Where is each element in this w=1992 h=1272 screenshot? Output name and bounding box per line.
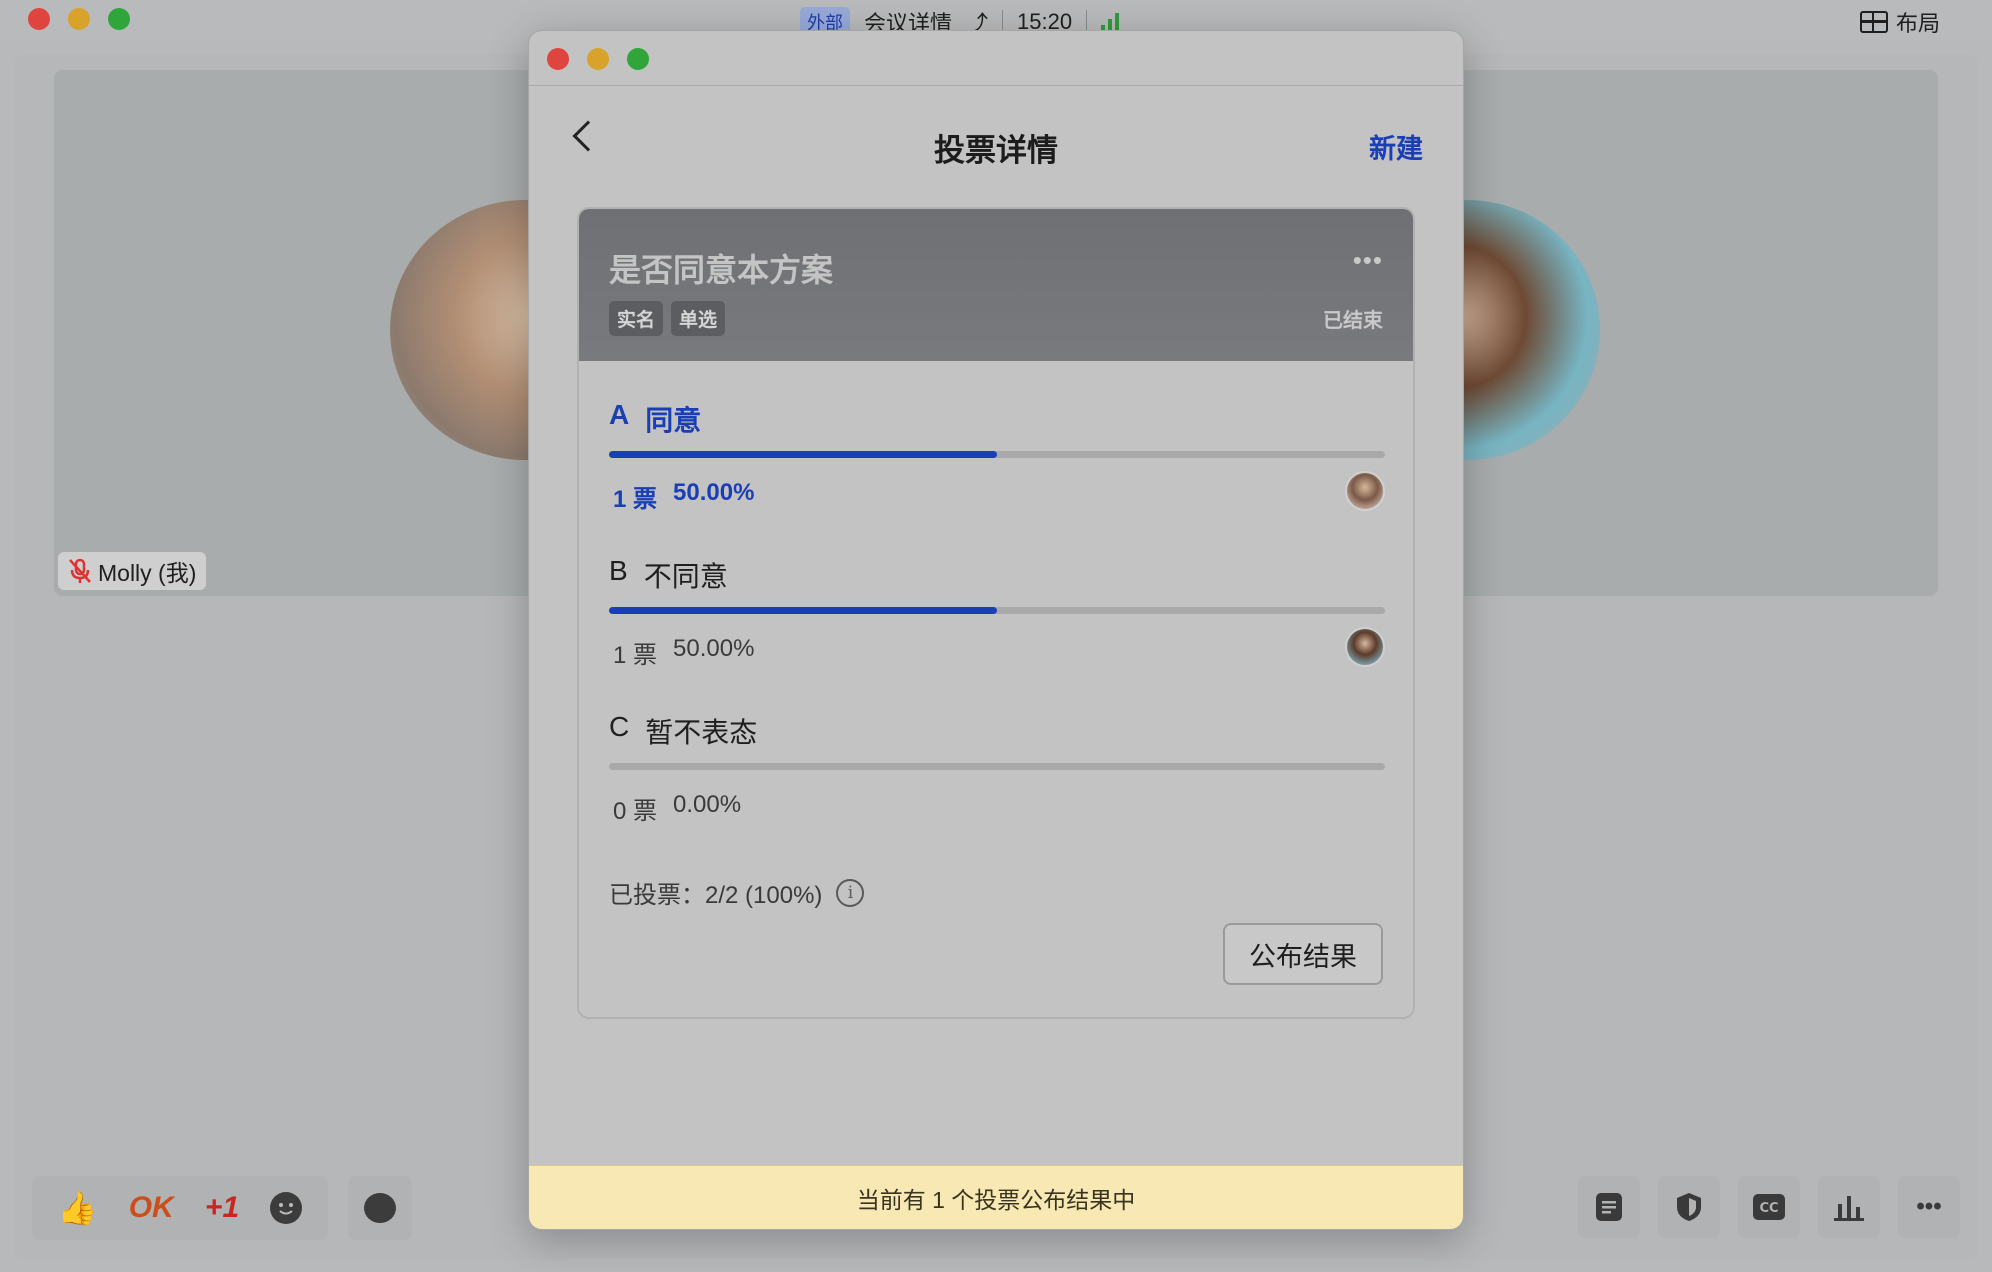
participant-name-tag: Molly (我) (58, 552, 207, 590)
bar-chart-icon (1834, 1196, 1864, 1221)
option-letter: C (609, 711, 630, 742)
option-votes: 1 票 (613, 642, 658, 669)
poll-button[interactable] (1818, 1176, 1880, 1238)
captions-button[interactable]: CC (1738, 1176, 1800, 1238)
option-votes: 0 票 (613, 798, 658, 825)
option-percent: 0.00% (673, 791, 742, 818)
option-progress-track (609, 607, 1385, 614)
option-label: C 暂不表态 (609, 711, 1385, 751)
option-progress-fill (609, 451, 997, 458)
poll-option-a: A 同意 1 票 50.00% (609, 399, 1385, 513)
option-votes: 1 票 (613, 486, 658, 513)
cc-icon: CC (1753, 1194, 1785, 1220)
layout-label: 布局 (1895, 11, 1940, 36)
document-icon (1596, 1193, 1622, 1221)
option-percent: 50.00% (673, 479, 755, 506)
minimize-window-button[interactable] (68, 8, 90, 30)
option-stats: 1 票 50.00% (613, 479, 754, 514)
grid-layout-icon (1859, 11, 1888, 33)
voted-summary-text: 已投票：2/2 (100%) (609, 882, 823, 909)
voter-avatar[interactable] (1345, 471, 1385, 511)
zoom-window-button[interactable] (108, 8, 130, 30)
emoji-icon[interactable] (270, 1192, 303, 1224)
tag-single-choice: 单选 (671, 301, 726, 336)
option-text: 同意 (645, 405, 702, 436)
option-percent: 50.00% (673, 635, 755, 662)
poll-option-b: B 不同意 1 票 50.00% (609, 555, 1385, 669)
publishing-notice-banner: 当前有 1 个投票公布结果中 (529, 1165, 1463, 1229)
option-letter: B (609, 555, 628, 586)
participant-name: Molly (我) (98, 560, 197, 586)
poll-tags: 实名 单选 (609, 301, 726, 336)
close-window-button[interactable] (28, 8, 50, 30)
reaction-bar: 👍 OK +1 (32, 1176, 328, 1240)
publish-results-button[interactable]: 公布结果 (1223, 923, 1383, 985)
poll-question: 是否同意本方案 (609, 252, 834, 288)
option-label: A 同意 (609, 399, 1385, 439)
close-dialog-button[interactable] (547, 48, 569, 70)
security-button[interactable] (1658, 1176, 1720, 1238)
more-button[interactable]: ••• (1898, 1176, 1960, 1238)
poll-card-header: 是否同意本方案 ••• 实名 单选 已结束 (579, 209, 1413, 361)
option-label: B 不同意 (609, 555, 1385, 595)
tag-real-name: 实名 (609, 301, 664, 336)
plus-one-reaction-button[interactable]: +1 (205, 1191, 239, 1225)
shield-icon (1677, 1193, 1701, 1221)
dialog-title: 投票详情 (934, 133, 1058, 168)
option-letter: A (609, 399, 630, 430)
voter-avatar[interactable] (1345, 627, 1385, 667)
chat-bubble-icon (364, 1193, 396, 1223)
mic-muted-icon (68, 558, 92, 584)
option-progress-track (609, 763, 1385, 770)
option-text: 暂不表态 (645, 717, 758, 748)
minimize-dialog-button[interactable] (587, 48, 609, 70)
zoom-dialog-button[interactable] (627, 48, 649, 70)
option-progress-track (609, 451, 1385, 458)
info-icon[interactable]: i (836, 878, 865, 907)
chat-button[interactable] (348, 1176, 412, 1240)
right-toolbar: CC ••• (1578, 1176, 1960, 1238)
dialog-header: 投票详情 新建 (529, 111, 1463, 171)
ok-reaction-button[interactable]: OK (129, 1191, 174, 1225)
poll-detail-dialog: 投票详情 新建 是否同意本方案 ••• 实名 单选 已结束 A 同意 1 票 5… (528, 30, 1464, 1230)
dialog-titlebar (529, 31, 1463, 86)
ellipsis-icon: ••• (1916, 1193, 1942, 1220)
notes-button[interactable] (1578, 1176, 1640, 1238)
poll-option-c: C 暂不表态 0 票 0.00% (609, 711, 1385, 825)
poll-status: 已结束 (1323, 310, 1383, 332)
more-options-icon[interactable]: ••• (1353, 245, 1383, 276)
thumbs-up-icon[interactable]: 👍 (58, 1189, 98, 1227)
poll-card: 是否同意本方案 ••• 实名 单选 已结束 A 同意 1 票 50.00% B … (577, 207, 1415, 1019)
option-stats: 0 票 0.00% (613, 791, 741, 826)
layout-button[interactable]: 布局 (1859, 6, 1940, 38)
voted-summary: 已投票：2/2 (100%) i (609, 875, 865, 910)
new-poll-button[interactable]: 新建 (1369, 127, 1423, 166)
option-stats: 1 票 50.00% (613, 635, 754, 670)
svg-text:CC: CC (1759, 1201, 1778, 1216)
option-progress-fill (609, 607, 997, 614)
option-text: 不同意 (643, 561, 728, 592)
